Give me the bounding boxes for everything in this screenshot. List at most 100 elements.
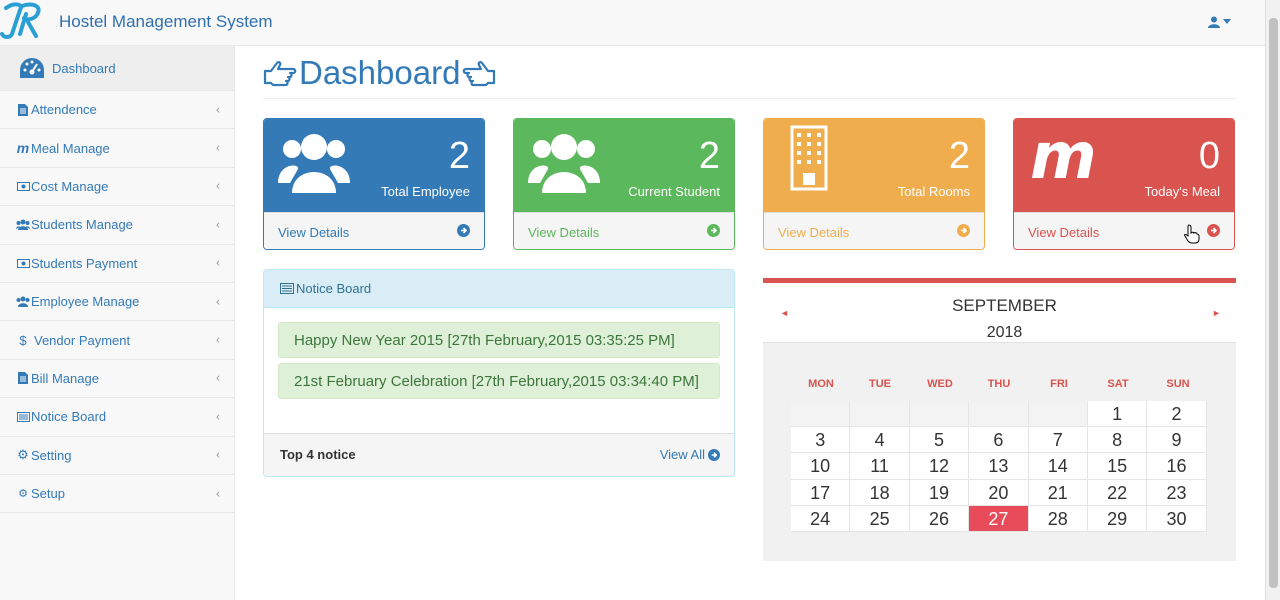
calendar-day[interactable]: 19 <box>909 479 970 506</box>
sidebar-item-setting[interactable]: ⚙ Setting ‹ <box>0 437 234 475</box>
users-icon <box>278 134 350 193</box>
sidebar-item-label: Bill Manage <box>31 370 99 386</box>
sidebar-item-dashboard[interactable]: Dashboard <box>0 46 234 91</box>
scrollbar-thumb[interactable] <box>1269 18 1278 588</box>
notice-item[interactable]: 21st February Celebration [27th February… <box>278 363 720 399</box>
gears-icon: ⚙ <box>18 488 28 501</box>
current-student-panel: 2 Current Student View Details <box>513 118 735 250</box>
calendar-day[interactable]: 11 <box>850 453 910 480</box>
money-icon <box>16 179 30 193</box>
calendar-empty-cell <box>969 401 1029 428</box>
calendar-day[interactable]: 27 <box>969 505 1029 532</box>
sidebar-item-vendor-payment[interactable]: $ Vendor Payment ‹ <box>0 321 234 360</box>
calendar-day[interactable]: 6 <box>969 427 1029 454</box>
mouse-cursor-icon <box>1184 224 1200 244</box>
calendar-day[interactable]: 3 <box>791 427 851 454</box>
hms-logo[interactable] <box>0 0 48 40</box>
arrow-circle-right-icon <box>457 224 470 237</box>
calendar-day[interactable]: 10 <box>791 453 851 480</box>
calendar-day[interactable]: 17 <box>791 479 851 506</box>
sidebar-item-cost-manage[interactable]: Cost Manage ‹ <box>0 168 234 207</box>
calendar-next-button[interactable]: ► <box>1212 308 1221 318</box>
view-details-link[interactable]: View Details <box>264 212 484 249</box>
calendar-day[interactable]: 15 <box>1087 453 1148 480</box>
notice-item[interactable]: Happy New Year 2015 [27th February,2015 … <box>278 322 720 358</box>
view-all-link[interactable]: View All <box>660 447 720 462</box>
sidebar-item-attendence[interactable]: Attendence ‹ <box>0 91 234 130</box>
calendar-weekday: FRI <box>1050 378 1068 390</box>
sidebar-item-label: Cost Manage <box>31 178 109 194</box>
calendar-day[interactable]: 4 <box>850 427 910 454</box>
calendar-accent-bar <box>763 278 1236 283</box>
calendar-prev-button[interactable]: ◄ <box>780 308 789 318</box>
calendar-day[interactable]: 28 <box>1028 505 1088 532</box>
stat-value: 2 <box>448 135 470 177</box>
calendar-day[interactable]: 1 <box>1087 401 1148 428</box>
user-icon <box>1208 16 1220 28</box>
arrow-circle-right-icon <box>707 224 720 237</box>
total-employee-panel: 2 Total Employee View Details <box>263 118 485 250</box>
hand-pointer-right-icon <box>263 61 297 87</box>
calendar-empty-cell <box>909 401 970 428</box>
calendar-grid: 1 2 3 4 5 6 7 8 9 10 11 12 13 14 15 16 17 18 19 20 21 22 23 24 2… <box>791 401 1207 532</box>
calendar-weekday: SAT <box>1107 378 1129 390</box>
gear-icon: ⚙ <box>17 447 29 463</box>
calendar-day[interactable]: 23 <box>1147 479 1207 506</box>
sidebar-item-label: Setup <box>31 486 65 502</box>
building-icon <box>790 125 828 191</box>
money-icon <box>16 256 30 270</box>
sidebar-item-bill-manage[interactable]: Bill Manage ‹ <box>0 360 234 399</box>
sidebar-item-notice-board[interactable]: Notice Board ‹ <box>0 398 234 437</box>
page-scrollbar[interactable] <box>1265 0 1280 600</box>
calendar-month: SEPTEMBER <box>952 296 1057 315</box>
chevron-left-icon: ‹ <box>216 409 220 424</box>
chevron-left-icon: ‹ <box>216 217 220 232</box>
view-details-label: View Details <box>528 225 600 240</box>
calendar-day[interactable]: 12 <box>909 453 970 480</box>
calendar-day[interactable]: 22 <box>1087 479 1148 506</box>
view-details-link[interactable]: View Details <box>514 212 734 249</box>
sidebar-item-setup[interactable]: ⚙ Setup ‹ <box>0 475 234 514</box>
stat-value: 2 <box>698 135 720 177</box>
stat-label: Total Rooms <box>897 184 970 199</box>
app-brand[interactable]: Hostel Management System <box>59 12 273 32</box>
calendar-day[interactable]: 29 <box>1087 505 1148 532</box>
calendar-day[interactable]: 8 <box>1087 427 1148 454</box>
meal-m-icon: m <box>1030 120 1097 194</box>
sidebar-item-label: Vendor Payment <box>34 332 131 348</box>
list-icon <box>280 283 294 294</box>
calendar-day[interactable]: 30 <box>1147 505 1207 532</box>
calendar-day[interactable]: 18 <box>850 479 910 506</box>
sidebar-item-employee-manage[interactable]: Employee Manage ‹ <box>0 283 234 322</box>
sidebar-item-students-manage[interactable]: Students Manage ‹ <box>0 206 234 245</box>
calendar-day[interactable]: 7 <box>1028 427 1088 454</box>
calendar-day[interactable]: 14 <box>1028 453 1088 480</box>
calendar-weekday: MON <box>808 378 834 390</box>
notice-board-title: Notice Board <box>296 281 372 296</box>
sidebar-item-label: Notice Board <box>31 409 107 425</box>
sidebar-item-meal-manage[interactable]: m Meal Manage ‹ <box>0 129 234 168</box>
calendar-day[interactable]: 21 <box>1028 479 1088 506</box>
sidebar-item-students-payment[interactable]: Students Payment ‹ <box>0 245 234 283</box>
calendar-day[interactable]: 25 <box>850 505 910 532</box>
sidebar-item-label: Meal Manage <box>31 140 110 156</box>
chevron-left-icon: ‹ <box>216 447 220 462</box>
calendar-day[interactable]: 20 <box>969 479 1029 506</box>
view-details-link[interactable]: View Details <box>764 212 984 249</box>
calendar-day[interactable]: 13 <box>969 453 1029 480</box>
arrow-circle-right-icon <box>957 224 970 237</box>
calendar-empty-cell <box>1028 401 1088 428</box>
calendar-day[interactable]: 2 <box>1147 401 1207 428</box>
user-menu-dropdown[interactable] <box>1208 14 1238 30</box>
calendar-day[interactable]: 9 <box>1147 427 1207 454</box>
calendar-day[interactable]: 26 <box>909 505 970 532</box>
calendar-weekday: TUE <box>869 378 891 390</box>
calendar-day[interactable]: 5 <box>909 427 970 454</box>
sidebar-item-label: Employee Manage <box>31 294 140 310</box>
calendar-empty-cell <box>791 401 851 428</box>
calendar-weekday: THU <box>987 378 1011 390</box>
calendar-day[interactable]: 24 <box>791 505 851 532</box>
view-details-link[interactable]: View Details <box>1014 212 1234 249</box>
chevron-left-icon: ‹ <box>216 332 220 347</box>
calendar-day[interactable]: 16 <box>1147 453 1207 480</box>
